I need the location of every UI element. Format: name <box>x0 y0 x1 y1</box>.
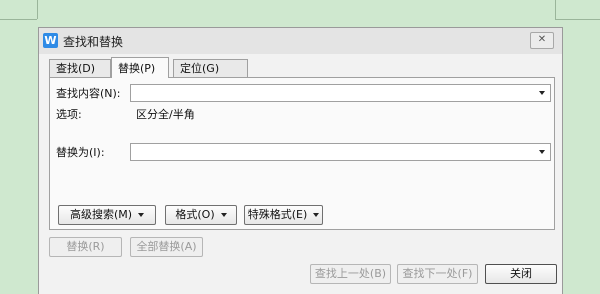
find-next-button[interactable]: 查找下一处(F) <box>397 264 478 284</box>
replace-with-combo[interactable] <box>130 143 551 161</box>
chevron-down-icon[interactable] <box>539 150 545 154</box>
dialog-titlebar[interactable]: W 查找和替换 ✕ <box>39 28 562 54</box>
dialog-title: 查找和替换 <box>63 35 124 49</box>
replace-tab-panel: 查找内容(N): 选项: 区分全/半角 替换为(I): 高级搜索(M) 格式(O… <box>49 77 555 230</box>
tab-find[interactable]: 查找(D) <box>49 59 111 77</box>
chevron-down-icon <box>138 213 145 217</box>
close-button[interactable]: 关闭 <box>485 264 557 284</box>
find-what-label: 查找内容(N): <box>56 87 121 100</box>
find-previous-button[interactable]: 查找上一处(B) <box>310 264 391 284</box>
options-value: 区分全/半角 <box>136 108 195 121</box>
advanced-search-button[interactable]: 高级搜索(M) <box>58 205 156 225</box>
page-margin-corner-right-h <box>555 19 600 20</box>
wps-writer-icon: W <box>43 33 58 48</box>
advanced-search-label: 高级搜索(M) <box>69 208 133 221</box>
tab-replace[interactable]: 替换(P) <box>111 57 169 78</box>
find-what-combo[interactable] <box>130 84 551 102</box>
replace-with-label: 替换为(I): <box>56 146 105 159</box>
chevron-down-icon <box>220 213 227 217</box>
replace-all-button[interactable]: 全部替换(A) <box>130 237 203 257</box>
options-label: 选项: <box>56 108 82 121</box>
find-replace-dialog: W 查找和替换 ✕ 查找(D) 替换(P) 定位(G) 查找内容(N): 选项:… <box>38 27 563 294</box>
close-icon[interactable]: ✕ <box>530 32 554 49</box>
replace-button[interactable]: 替换(R) <box>49 237 122 257</box>
special-format-label: 特殊格式(E) <box>247 208 308 221</box>
page-margin-corner-left <box>37 0 38 19</box>
special-format-button[interactable]: 特殊格式(E) <box>244 205 323 225</box>
format-button[interactable]: 格式(O) <box>165 205 237 225</box>
page-margin-corner-right <box>555 0 556 19</box>
chevron-down-icon <box>313 213 320 217</box>
tab-goto[interactable]: 定位(G) <box>173 59 248 77</box>
page-margin-corner-left-h <box>0 19 37 20</box>
chevron-down-icon[interactable] <box>539 91 545 95</box>
format-label: 格式(O) <box>175 208 215 221</box>
